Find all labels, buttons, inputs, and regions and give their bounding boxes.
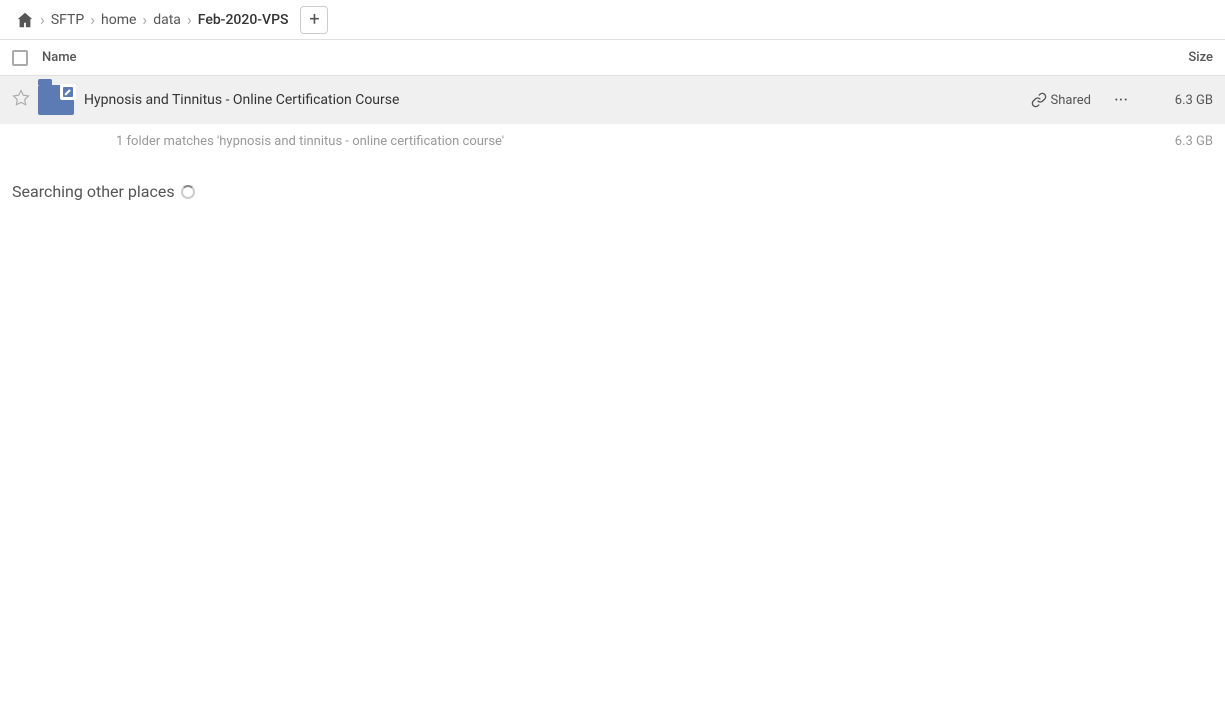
breadcrumb-data[interactable]: data bbox=[149, 10, 185, 30]
home-breadcrumb[interactable] bbox=[12, 9, 38, 31]
breadcrumb-bar: › SFTP › home › data › Feb-2020-VPS + bbox=[0, 0, 1225, 40]
name-column-header: Name bbox=[42, 50, 1133, 65]
breadcrumb-separator-2: › bbox=[90, 10, 95, 29]
breadcrumb-separator-1: › bbox=[40, 10, 45, 29]
header-checkbox-area bbox=[12, 50, 42, 66]
searching-spinner bbox=[181, 185, 195, 199]
shared-label: Shared bbox=[1051, 93, 1091, 108]
size-column-header: Size bbox=[1133, 50, 1213, 65]
column-headers: Name Size bbox=[0, 40, 1225, 76]
match-info: 1 folder matches 'hypnosis and tinnitus … bbox=[0, 124, 1225, 158]
folder-badge bbox=[60, 84, 76, 100]
shared-badge: Shared bbox=[1031, 92, 1091, 108]
select-all-checkbox[interactable] bbox=[12, 50, 28, 66]
searching-section: Searching other places bbox=[0, 158, 1225, 213]
match-text: 1 folder matches 'hypnosis and tinnitus … bbox=[116, 134, 1143, 149]
file-size: 6.3 GB bbox=[1143, 93, 1213, 108]
more-options-button[interactable]: ··· bbox=[1107, 86, 1135, 114]
breadcrumb-home[interactable]: home bbox=[97, 10, 140, 30]
breadcrumb-sftp[interactable]: SFTP bbox=[47, 10, 88, 30]
file-name: Hypnosis and Tinnitus - Online Certifica… bbox=[84, 92, 1031, 108]
add-breadcrumb-button[interactable]: + bbox=[300, 6, 328, 34]
searching-title: Searching other places bbox=[12, 182, 1213, 201]
star-icon[interactable] bbox=[12, 89, 36, 111]
folder-badge-inner bbox=[63, 87, 73, 97]
folder-icon-wrapper bbox=[36, 82, 76, 118]
file-row[interactable]: Hypnosis and Tinnitus - Online Certifica… bbox=[0, 76, 1225, 124]
searching-label: Searching other places bbox=[12, 182, 175, 201]
match-size: 6.3 GB bbox=[1143, 134, 1213, 149]
breadcrumb-separator-4: › bbox=[187, 10, 192, 29]
breadcrumb-feb-2020-vps[interactable]: Feb-2020-VPS bbox=[194, 10, 293, 30]
breadcrumb-separator-3: › bbox=[142, 10, 147, 29]
